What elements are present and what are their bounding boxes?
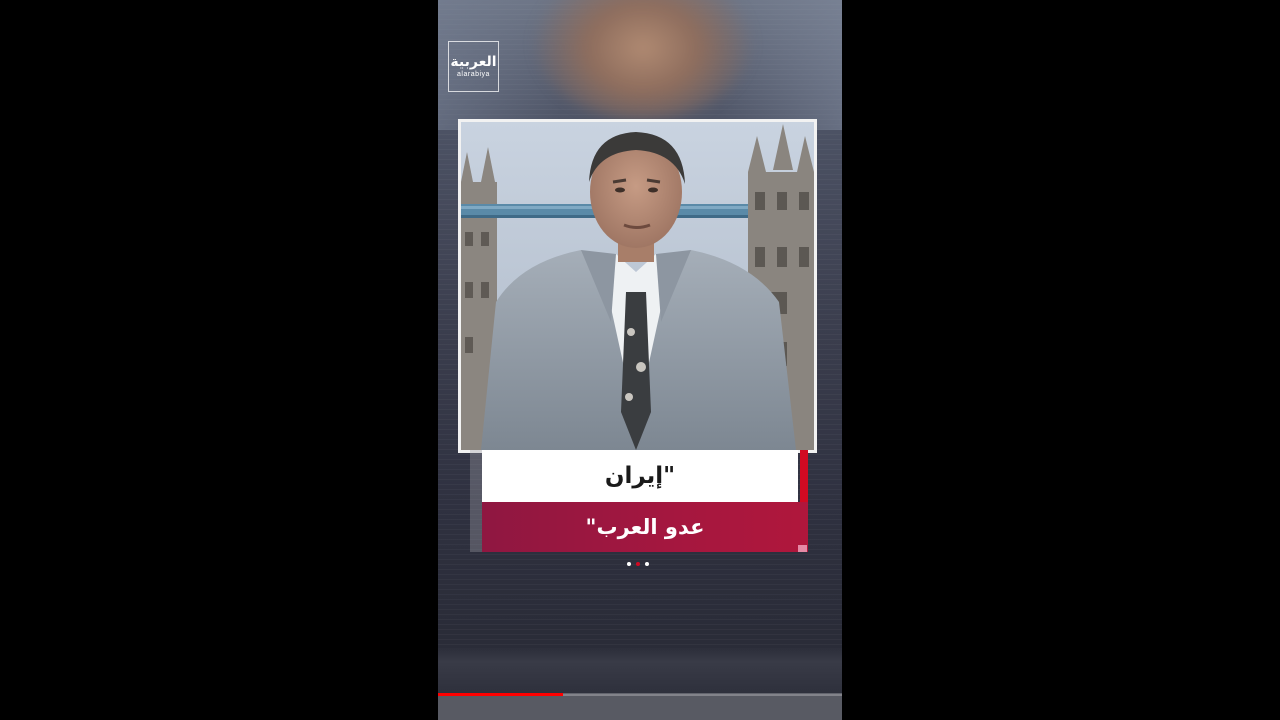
bottom-background-band (438, 694, 842, 720)
video-player[interactable]: العربية alarabiya "إيران عدو العرب" (438, 0, 842, 720)
logo-latin-text: alarabiya (457, 71, 490, 78)
guest-video-image (461, 122, 814, 450)
pagination-dot (627, 562, 631, 566)
pagination-dots (627, 562, 649, 566)
video-progress-fill (438, 693, 564, 696)
alarabiya-logo: العربية alarabiya (448, 41, 499, 92)
caption-accent-bar (800, 450, 808, 504)
video-progress-bar[interactable] (438, 693, 842, 696)
caption-line-1: "إيران (604, 463, 676, 489)
caption-line-2: عدو العرب" (585, 515, 705, 539)
logo-arabic-text: العربية (450, 54, 497, 70)
caption-bottom-panel: عدو العرب" (482, 502, 808, 552)
caption-corner-accent (798, 545, 807, 552)
lower-background-band (438, 648, 842, 694)
pagination-dot (645, 562, 649, 566)
pagination-dot-active (636, 562, 640, 566)
guest-video-window (458, 119, 817, 453)
caption-shadow-bar (470, 450, 482, 552)
caption-top-panel: "إيران (482, 450, 798, 502)
